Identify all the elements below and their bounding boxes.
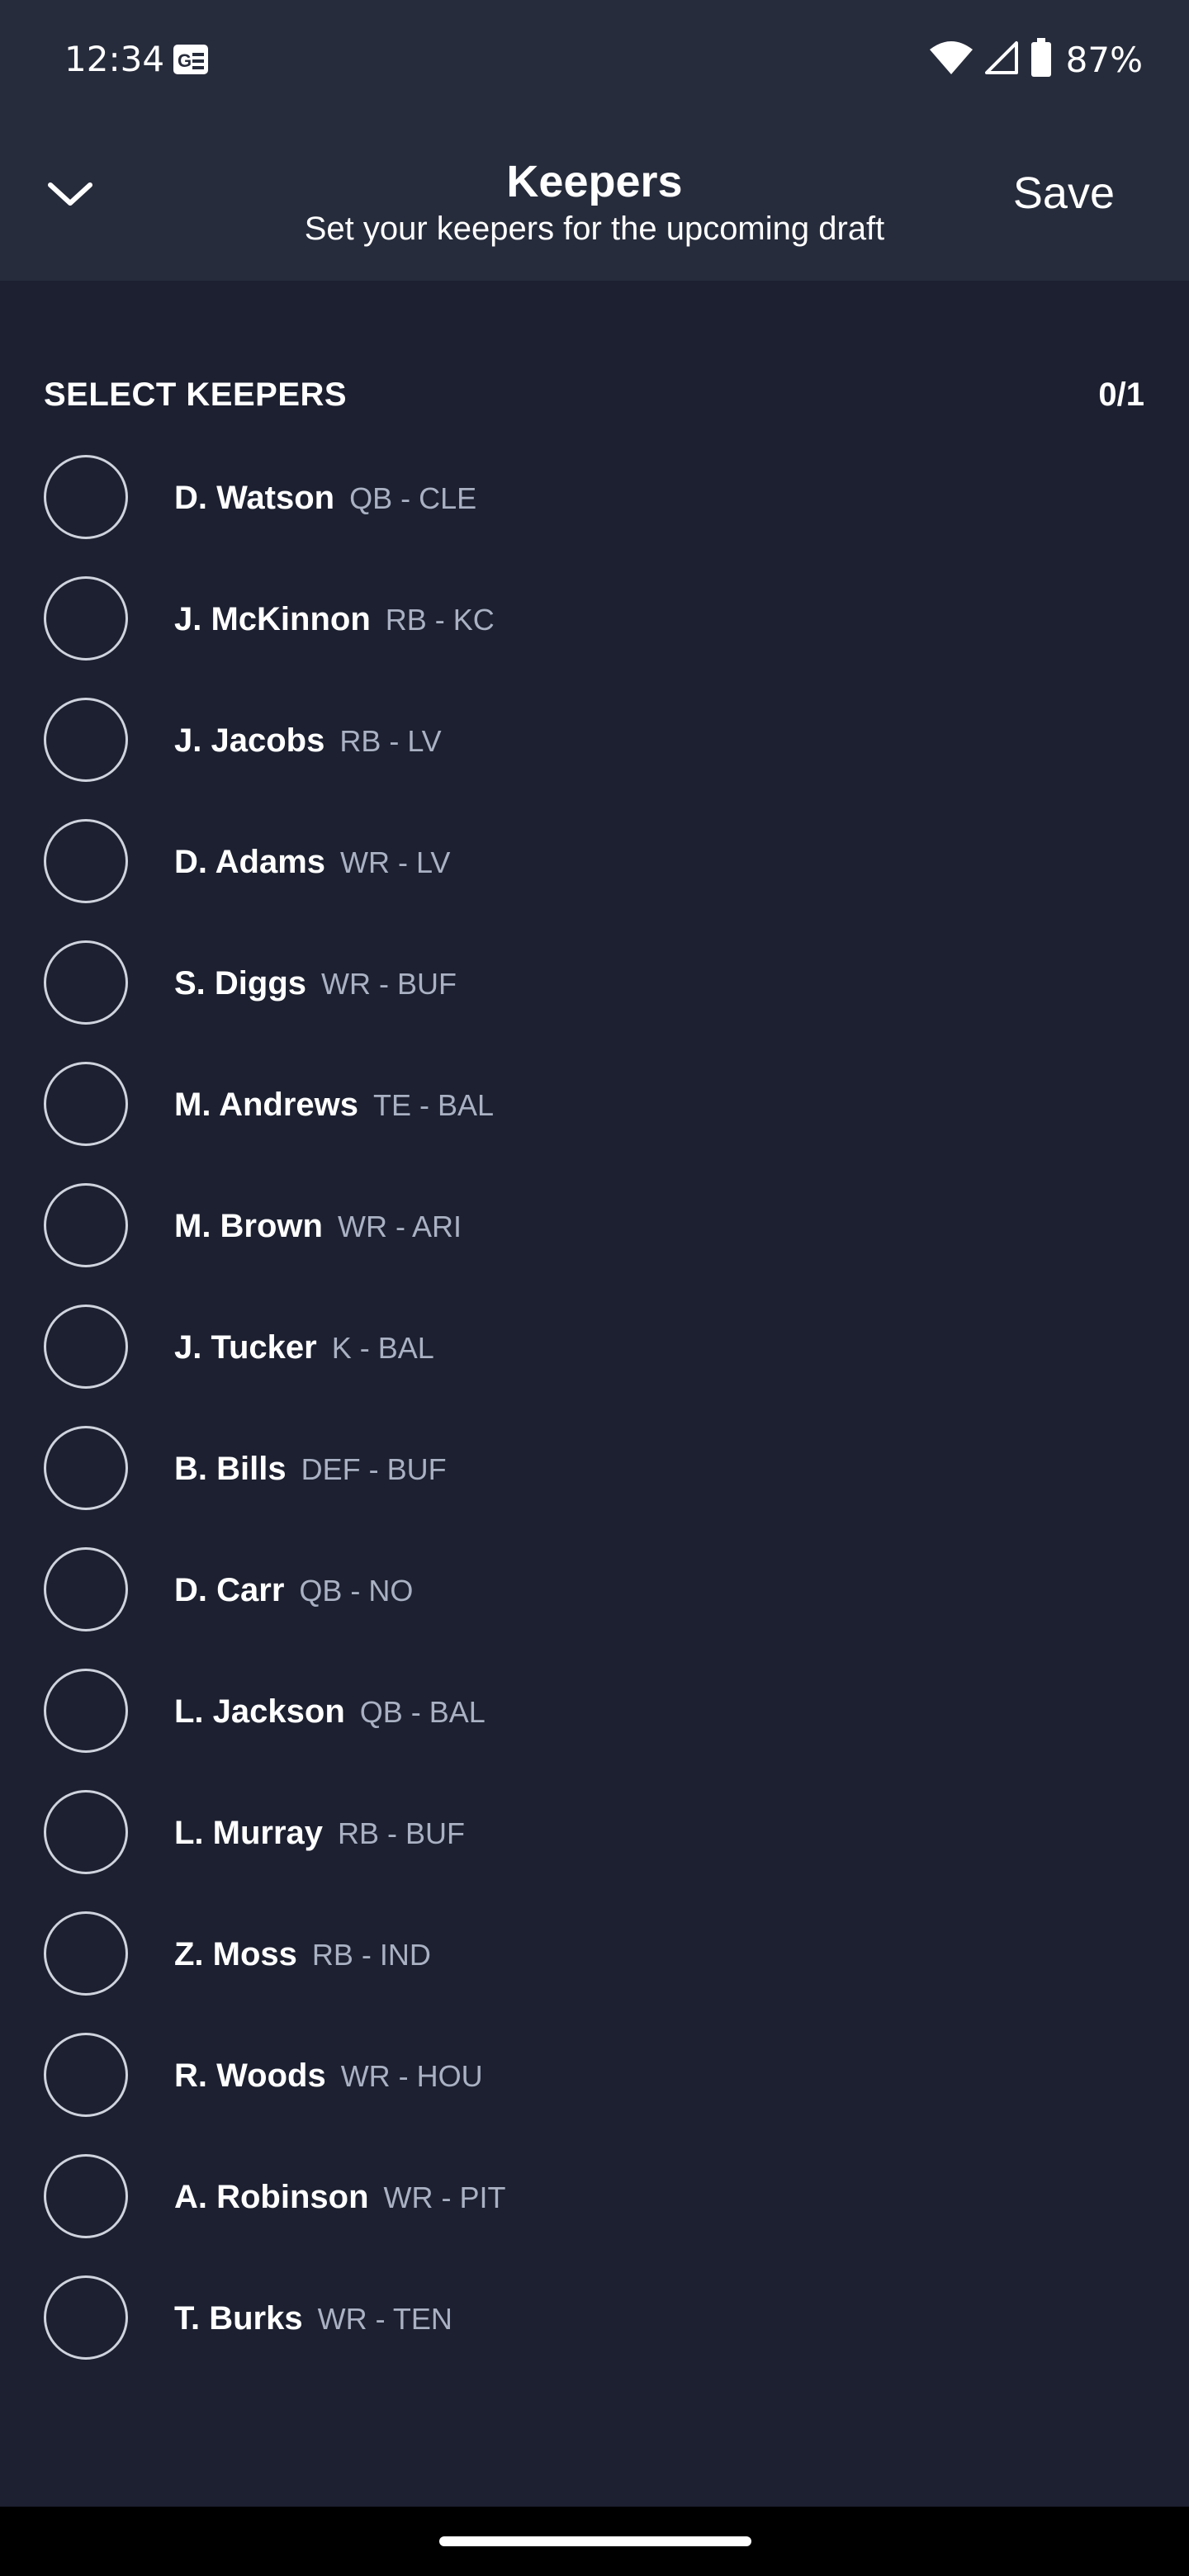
player-position-team: QB - CLE [349, 481, 477, 515]
player-position-team: WR - ARI [337, 1210, 462, 1243]
select-circle[interactable] [44, 1183, 128, 1267]
svg-text:G: G [178, 50, 192, 71]
player-position-team: QB - BAL [359, 1695, 486, 1729]
select-circle[interactable] [44, 1911, 128, 1996]
player-name: J. McKinnon [174, 601, 371, 637]
player-row[interactable]: M. Brown WR - ARI [0, 1167, 1189, 1289]
select-circle[interactable] [44, 1547, 128, 1631]
player-name: M. Andrews [174, 1087, 358, 1123]
select-circle[interactable] [44, 1305, 128, 1389]
player-row[interactable]: S. Diggs WR - BUF [0, 925, 1189, 1046]
player-position-team: WR - TEN [317, 2302, 452, 2336]
wifi-icon [929, 40, 973, 80]
page-title: Keepers [506, 157, 683, 206]
player-position-team: RB - LV [339, 724, 442, 758]
player-name-line: J. Jacobs RB - LV [174, 720, 442, 762]
player-name-line: L. Jackson QB - BAL [174, 1691, 486, 1733]
player-name: B. Bills [174, 1451, 287, 1487]
select-circle[interactable] [44, 940, 128, 1025]
home-indicator[interactable] [439, 2536, 751, 2546]
player-name-line: A. Robinson WR - PIT [174, 2176, 506, 2218]
player-name: D. Adams [174, 844, 326, 880]
section-header: SELECT KEEPERS 0/1 [0, 363, 1189, 421]
status-time: 12:34 [64, 39, 165, 79]
player-name-line: J. McKinnon RB - KC [174, 599, 495, 641]
player-name-line: Z. Moss RB - IND [174, 1934, 431, 1976]
player-name-line: S. Diggs WR - BUF [174, 963, 457, 1005]
player-row[interactable]: T. Burks WR - TEN [0, 2260, 1189, 2381]
player-row[interactable]: D. Watson QB - CLE [0, 439, 1189, 561]
player-row[interactable]: A. Robinson WR - PIT [0, 2138, 1189, 2260]
keeper-count: 0/1 [1098, 376, 1144, 413]
news-icon: G [172, 43, 210, 76]
player-name-line: D. Carr QB - NO [174, 1570, 413, 1612]
player-name-line: M. Andrews TE - BAL [174, 1084, 494, 1126]
player-row[interactable]: Z. Moss RB - IND [0, 1896, 1189, 2017]
player-name: L. Murray [174, 1815, 324, 1851]
player-name: D. Watson [174, 480, 335, 516]
cellular-signal-icon [983, 40, 1020, 80]
player-name-line: L. Murray RB - BUF [174, 1812, 465, 1854]
player-name: J. Jacobs [174, 722, 325, 759]
player-position-team: K - BAL [331, 1331, 434, 1365]
select-circle[interactable] [44, 1790, 128, 1874]
save-button[interactable]: Save [1013, 167, 1115, 220]
player-name: J. Tucker [174, 1329, 317, 1366]
player-name-line: B. Bills DEF - BUF [174, 1448, 447, 1490]
player-name-line: J. Tucker K - BAL [174, 1327, 434, 1369]
status-icons: 87% [929, 35, 1143, 84]
player-position-team: RB - KC [385, 603, 495, 637]
page-subtitle: Set your keepers for the upcoming draft [304, 211, 885, 247]
select-circle[interactable] [44, 819, 128, 903]
player-position-team: QB - NO [299, 1574, 414, 1608]
player-position-team: RB - BUF [338, 1816, 466, 1850]
status-bar: 12:34 G 87% [0, 0, 1189, 116]
player-position-team: TE - BAL [373, 1088, 495, 1122]
player-row[interactable]: J. Jacobs RB - LV [0, 682, 1189, 803]
player-name: D. Carr [174, 1572, 285, 1608]
player-name-line: R. Woods WR - HOU [174, 2055, 483, 2097]
app-header: Keepers Set your keepers for the upcomin… [0, 116, 1189, 281]
player-position-team: DEF - BUF [301, 1452, 447, 1486]
player-name: A. Robinson [174, 2179, 369, 2215]
section-title: SELECT KEEPERS [44, 376, 348, 413]
navigation-bar [0, 2507, 1189, 2576]
player-row[interactable]: M. Andrews TE - BAL [0, 1046, 1189, 1167]
player-list: D. Watson QB - CLE J. McKinnon RB - KC J. … [0, 439, 1189, 2381]
select-circle[interactable] [44, 1669, 128, 1753]
player-name-line: T. Burks WR - TEN [174, 2298, 452, 2340]
player-row[interactable]: L. Murray RB - BUF [0, 1774, 1189, 1896]
battery-percentage: 87% [1065, 39, 1143, 80]
player-name-line: D. Watson QB - CLE [174, 477, 476, 519]
player-name: S. Diggs [174, 965, 307, 1002]
player-row[interactable]: D. Adams WR - LV [0, 803, 1189, 925]
select-circle[interactable] [44, 2033, 128, 2117]
player-row[interactable]: L. Jackson QB - BAL [0, 1653, 1189, 1774]
player-name: M. Brown [174, 1208, 323, 1244]
select-circle[interactable] [44, 1426, 128, 1510]
player-row[interactable]: J. Tucker K - BAL [0, 1289, 1189, 1410]
player-name: L. Jackson [174, 1693, 345, 1730]
player-name-line: D. Adams WR - LV [174, 841, 450, 883]
player-position-team: WR - LV [340, 845, 451, 879]
player-row[interactable]: J. McKinnon RB - KC [0, 561, 1189, 682]
player-position-team: WR - BUF [321, 967, 457, 1001]
select-circle[interactable] [44, 698, 128, 782]
player-position-team: RB - IND [311, 1938, 431, 1972]
player-name: R. Woods [174, 2057, 326, 2094]
select-circle[interactable] [44, 2154, 128, 2238]
player-name-line: M. Brown WR - ARI [174, 1205, 462, 1248]
select-circle[interactable] [44, 1062, 128, 1146]
player-position-team: WR - PIT [383, 2181, 506, 2214]
player-position-team: WR - HOU [340, 2059, 483, 2093]
player-row[interactable]: R. Woods WR - HOU [0, 2017, 1189, 2138]
player-name: T. Burks [174, 2300, 303, 2337]
player-row[interactable]: D. Carr QB - NO [0, 1532, 1189, 1653]
player-name: Z. Moss [174, 1936, 297, 1972]
battery-icon [1030, 37, 1053, 82]
select-circle[interactable] [44, 576, 128, 661]
player-row[interactable]: B. Bills DEF - BUF [0, 1410, 1189, 1532]
select-circle[interactable] [44, 2275, 128, 2360]
select-circle[interactable] [44, 455, 128, 539]
